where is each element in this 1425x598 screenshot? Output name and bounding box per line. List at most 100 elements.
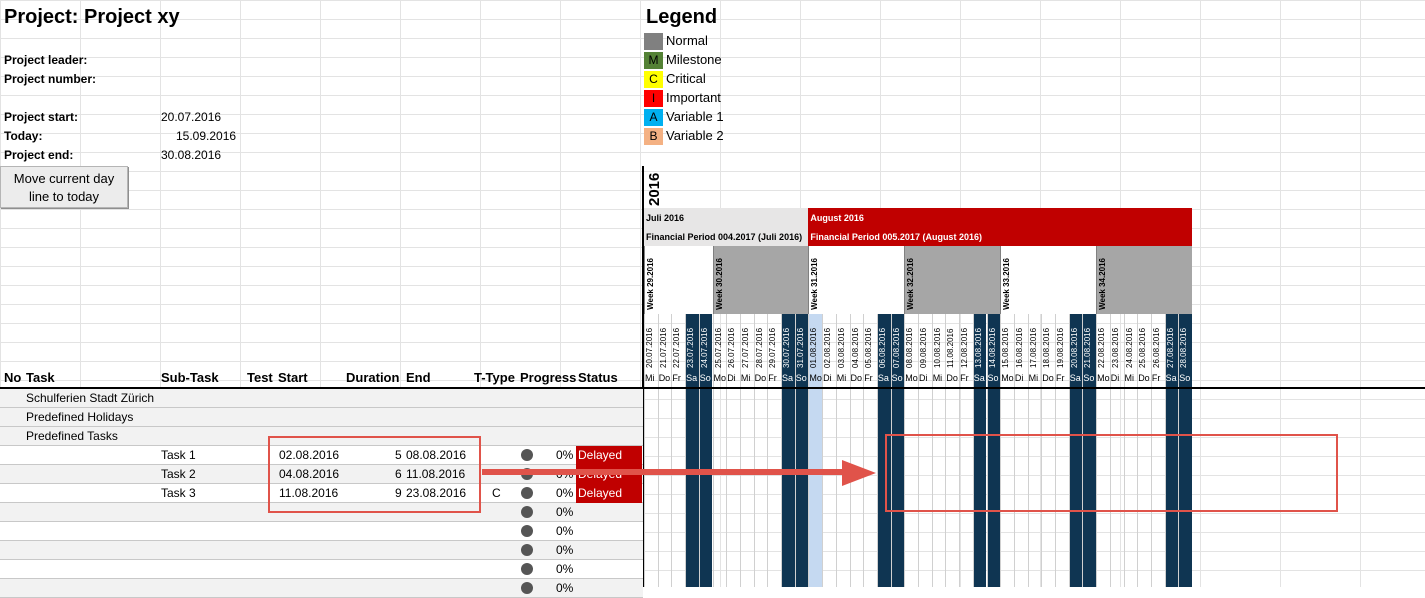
day-date-label: 15.08.2016 (1001, 327, 1011, 368)
day-weekday-label: Do (754, 373, 767, 383)
day-date-label: 03.08.2016 (836, 327, 846, 368)
progress-dot-icon (521, 487, 533, 499)
day-date-label: 12.08.2016 (960, 327, 970, 368)
day-date-label: 13.08.2016 (973, 327, 983, 368)
day-weekday-label: So (1083, 373, 1095, 383)
legend-swatch: B (644, 128, 663, 145)
day-weekday-label: Sa (782, 373, 794, 383)
day-weekday-label: Mi (645, 373, 655, 383)
subtask-cell[interactable]: Task 1 (161, 448, 196, 462)
day-weekday-label: So (987, 373, 999, 383)
day-weekday-label: Di (919, 373, 928, 383)
day-weekday-label: Fr (864, 373, 873, 383)
project-number-label: Project number: (4, 72, 97, 86)
subtask-cell[interactable]: Task 3 (161, 486, 196, 500)
day-date-label: 27.07.2016 (740, 327, 750, 368)
project-leader-label: Project leader: (4, 53, 88, 67)
project-end-label: Project end: (4, 148, 74, 162)
day-date-label: 21.07.2016 (658, 327, 668, 368)
day-date-label: 27.08.2016 (1165, 327, 1175, 368)
ttype-cell[interactable]: C (492, 486, 501, 500)
day-date-label: 02.08.2016 (823, 327, 833, 368)
legend-label: Variable 2 (666, 128, 724, 143)
group-label: Schulferien Stadt Zürich (26, 391, 155, 405)
move-current-day-button[interactable]: Move current day line to today (0, 166, 128, 208)
progress-dot-icon (521, 563, 533, 575)
day-date-label: 10.08.2016 (932, 327, 942, 368)
financial-period: Financial Period 004.2017 (Juli 2016) (646, 232, 803, 242)
day-weekday-label: Sa (686, 373, 698, 383)
day-weekday-label: Fr (960, 373, 969, 383)
day-date-label: 18.08.2016 (1042, 327, 1052, 368)
day-date-label: 05.08.2016 (864, 327, 874, 368)
col-header-no: No (4, 370, 22, 385)
day-date-label: 06.08.2016 (877, 327, 887, 368)
annotation-gantt-box (885, 434, 1338, 512)
day-date-label: 17.08.2016 (1028, 327, 1038, 368)
table-row[interactable] (0, 560, 643, 579)
day-weekday-label: Mi (836, 373, 847, 383)
col-header-status: Status (578, 370, 618, 385)
project-end-value[interactable]: 30.08.2016 (161, 148, 221, 162)
day-weekday-label: Mi (1124, 373, 1135, 383)
legend-label: Important (666, 90, 721, 105)
day-date-label: 20.08.2016 (1069, 327, 1079, 368)
day-weekday-label: Do (1138, 373, 1150, 383)
day-date-label: 24.08.2016 (1124, 327, 1134, 368)
legend-swatch: A (644, 109, 663, 126)
group-label: Predefined Holidays (26, 410, 134, 424)
legend-swatch: I (644, 90, 663, 107)
day-weekday-label: Do (850, 373, 863, 383)
progress-cell: 0% (556, 562, 574, 576)
day-weekday-label: Sa (1165, 373, 1177, 383)
legend-swatch: M (644, 52, 663, 69)
week-label: Week 31.2016 (810, 258, 820, 310)
table-row[interactable] (0, 541, 643, 560)
day-weekday-label: Di (823, 373, 832, 383)
legend-label: Variable 1 (666, 109, 724, 124)
day-weekday-label: So (795, 373, 807, 383)
col-header-test: Test (247, 370, 273, 385)
week-header: Week 30.2016 (712, 246, 809, 314)
day-date-label: 16.08.2016 (1014, 327, 1024, 368)
col-header-duration: Duration (346, 370, 400, 385)
table-row[interactable] (0, 522, 643, 541)
col-header-progress: Progress (520, 370, 577, 385)
col-header-end: End (406, 370, 431, 385)
day-weekday-label: Do (658, 373, 671, 383)
legend-swatch: C (644, 71, 663, 88)
day-date-label: 23.08.2016 (1110, 327, 1120, 368)
day-date-label: 21.08.2016 (1083, 327, 1093, 368)
day-weekday-label: Di (727, 373, 736, 383)
day-date-label: 14.08.2016 (987, 327, 997, 368)
button-label-line1: Move current day (13, 171, 115, 186)
table-row[interactable] (0, 579, 643, 598)
week-header: Week 34.2016 (1096, 246, 1192, 314)
progress-cell: 0% (556, 543, 574, 557)
progress-cell: 0% (556, 581, 574, 595)
day-date-label: 11.08.2016 (946, 328, 956, 368)
legend-label: Critical (666, 71, 706, 86)
day-date-label: 25.08.2016 (1138, 327, 1148, 368)
day-date-label: 28.07.2016 (754, 327, 764, 368)
project-start-value[interactable]: 20.07.2016 (161, 110, 221, 124)
today-value[interactable]: 15.09.2016 (176, 129, 236, 143)
button-label-line2: line to today (28, 189, 100, 204)
col-header-start: Start (278, 370, 308, 385)
project-title: Project: Project xy (4, 6, 180, 28)
day-weekday-label: Mo (809, 373, 822, 383)
subtask-cell[interactable]: Task 2 (161, 467, 196, 481)
progress-dot-icon (521, 544, 533, 556)
week-header: Week 31.2016 (808, 246, 905, 314)
day-date-label: 30.07.2016 (782, 327, 791, 368)
day-weekday-label: Mo (1097, 373, 1110, 383)
day-date-label: 04.08.2016 (850, 327, 860, 368)
day-weekday-label: Do (1042, 373, 1054, 383)
progress-cell: 0% (556, 505, 574, 519)
day-date-label: 25.07.2016 (713, 327, 723, 368)
month-header: Juli 2016 Financial Period 004.2017 (Juli… (644, 208, 809, 246)
day-weekday-label: Sa (973, 373, 985, 383)
week-label: Week 34.2016 (1098, 258, 1108, 310)
legend-swatch (644, 33, 663, 50)
day-weekday-label: Do (946, 373, 958, 383)
